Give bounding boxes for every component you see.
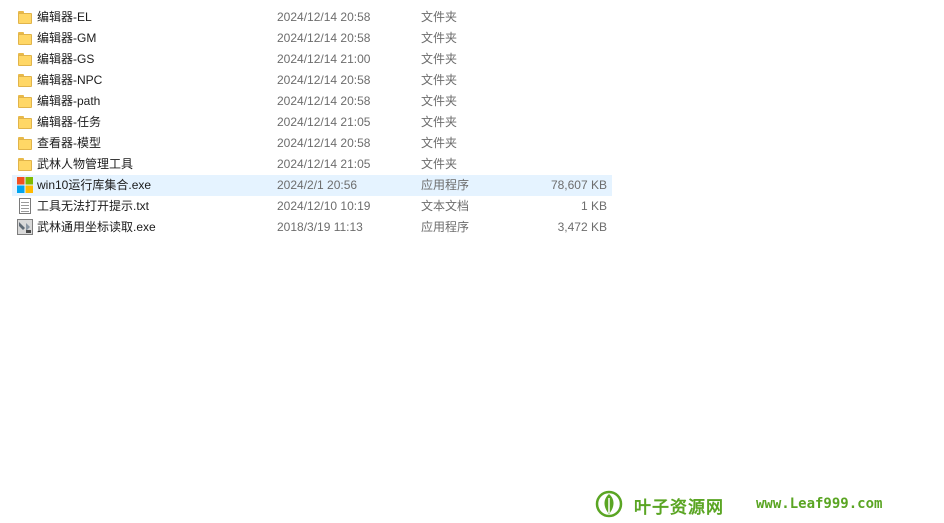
file-name: 编辑器-NPC [37,73,103,87]
file-name: 编辑器-path [37,94,101,108]
file-type: 文件夹 [421,157,458,171]
file-date: 2024/12/14 20:58 [277,136,371,150]
file-row[interactable]: 编辑器-NPC 2024/12/14 20:58 文件夹 [12,70,612,91]
file-row[interactable]: 武林人物管理工具 2024/12/14 21:05 文件夹 [12,154,612,175]
file-type: 文件夹 [421,115,458,129]
file-name: 编辑器-GM [37,31,97,45]
file-row[interactable]: 编辑器-GS 2024/12/14 21:00 文件夹 [12,49,612,70]
file-date: 2024/12/14 20:58 [277,73,371,87]
windows-logo-icon [17,177,33,193]
text-document-icon [17,198,33,214]
leaf-logo-icon [594,489,624,519]
file-name: 编辑器-任务 [37,115,101,129]
file-type: 文本文档 [421,199,470,213]
folder-icon [17,156,33,172]
file-date: 2024/12/14 20:58 [277,94,371,108]
file-row[interactable]: 编辑器-任务 2024/12/14 21:05 文件夹 [12,112,612,133]
folder-icon [17,114,33,130]
file-name: 编辑器-EL [37,10,92,24]
file-row[interactable]: 编辑器-GM 2024/12/14 20:58 文件夹 [12,28,612,49]
file-type: 应用程序 [421,178,470,192]
file-type: 文件夹 [421,136,458,150]
file-type: 文件夹 [421,31,458,45]
file-date: 2024/2/1 20:56 [277,178,358,192]
file-type: 文件夹 [421,10,458,24]
file-type: 应用程序 [421,220,470,234]
folder-icon [17,72,33,88]
file-name: 武林人物管理工具 [37,157,134,171]
file-type: 文件夹 [421,52,458,66]
folder-icon [17,51,33,67]
file-list: 编辑器-EL 2024/12/14 20:58 文件夹 编辑器-GM 2024/… [12,7,612,238]
folder-icon [17,135,33,151]
file-size: 3,472 KB [557,220,607,234]
file-name: 编辑器-GS [37,52,95,66]
file-date: 2024/12/14 21:05 [277,157,371,171]
file-row-selected[interactable]: win10运行库集合.exe 2024/2/1 20:56 应用程序 78,60… [12,175,612,196]
watermark-url: www.Leaf999.com [756,496,883,512]
folder-icon [17,9,33,25]
file-type: 文件夹 [421,94,458,108]
file-date: 2018/3/19 11:13 [277,220,363,234]
file-date: 2024/12/10 10:19 [277,199,371,213]
file-row[interactable]: 编辑器-EL 2024/12/14 20:58 文件夹 [12,7,612,28]
file-row[interactable]: 工具无法打开提示.txt 2024/12/10 10:19 文本文档 1 KB [12,196,612,217]
file-date: 2024/12/14 20:58 [277,10,371,24]
file-size: 1 KB [580,199,607,213]
watermark-cn-text: 叶子资源网 [634,498,724,518]
file-type: 文件夹 [421,73,458,87]
application-icon [17,219,33,235]
file-row[interactable]: 武林通用坐标读取.exe 2018/3/19 11:13 应用程序 3,472 … [12,217,612,238]
file-name: 查看器-模型 [37,136,101,150]
file-date: 2024/12/14 20:58 [277,31,371,45]
file-row[interactable]: 查看器-模型 2024/12/14 20:58 文件夹 [12,133,612,154]
folder-icon [17,93,33,109]
file-date: 2024/12/14 21:05 [277,115,371,129]
file-row[interactable]: 编辑器-path 2024/12/14 20:58 文件夹 [12,91,612,112]
file-name: 工具无法打开提示.txt [37,199,150,213]
watermark: 叶子资源网 www.Leaf999.com [594,489,924,519]
folder-icon [17,30,33,46]
file-date: 2024/12/14 21:00 [277,52,371,66]
file-name: win10运行库集合.exe [37,178,152,192]
file-name: 武林通用坐标读取.exe [37,220,156,234]
file-size: 78,607 KB [550,178,607,192]
